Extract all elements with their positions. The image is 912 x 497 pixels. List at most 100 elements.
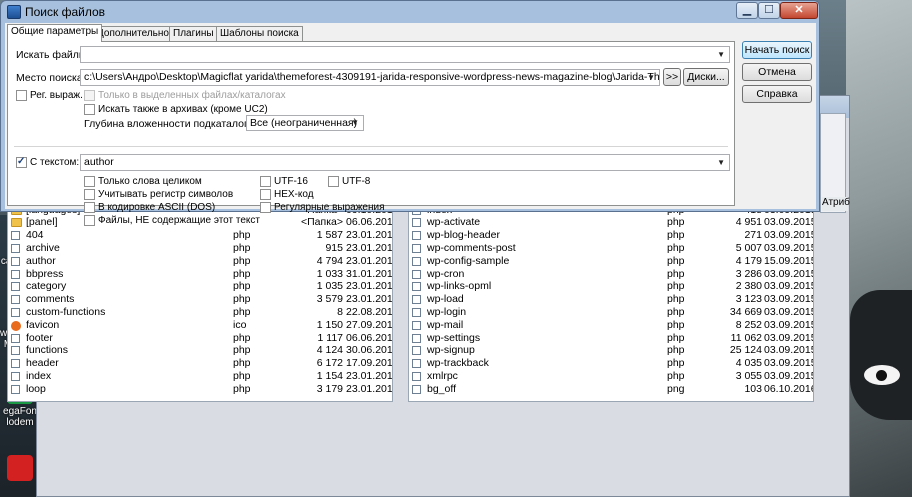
file-row[interactable]: wp-loginphp34 66903.09.2015 03:33 -a- xyxy=(409,306,813,319)
file-name: xmlrpc xyxy=(427,369,458,382)
desktop-shortcut[interactable] xyxy=(0,455,40,483)
file-size: 915 xyxy=(325,241,343,254)
file-date: 03.09.2015 03:33 -a- xyxy=(764,369,814,382)
tab-page-general: Искать файлы: ▼ Место поиска: c:\Users\А… xyxy=(7,41,735,226)
start-search-button[interactable]: Начать поиск xyxy=(742,41,812,59)
file-name: loop xyxy=(26,382,46,395)
file-row[interactable]: favicon ico 1 15027.09.2012 11:33 -a- xyxy=(8,319,392,332)
file-icon xyxy=(11,359,20,369)
file-size: <Папка> xyxy=(301,216,343,229)
chevron-down-icon[interactable]: ▼ xyxy=(717,47,725,62)
utf8-checkbox[interactable] xyxy=(328,176,339,187)
search-archives-checkbox[interactable] xyxy=(84,104,95,115)
file-row[interactable]: wp-activatephp4 95103.09.2015 03:33 -a- xyxy=(409,216,813,229)
maximize-button[interactable]: ☐ xyxy=(758,2,780,19)
file-row[interactable]: wp-trackbackphp4 03503.09.2015 03:33 -a- xyxy=(409,357,813,370)
search-dialog: Поиск файлов ▁ ☐ ✕ Общие параметры Допол… xyxy=(0,0,820,226)
file-date: 03.09.2015 03:33 -a- xyxy=(764,241,814,254)
file-size: 8 xyxy=(337,305,343,318)
utf8-label: UTF-8 xyxy=(342,176,371,187)
chevron-down-icon[interactable]: ▼ xyxy=(351,116,359,130)
file-size: 8 252 xyxy=(735,318,762,331)
chevron-down-icon[interactable]: ▼ xyxy=(647,70,655,85)
file-row[interactable]: bg_offpng10306.10.2016 22:46 -a- xyxy=(409,383,813,396)
drives-button[interactable]: Диски... xyxy=(683,68,729,86)
close-button[interactable]: ✕ xyxy=(780,2,818,19)
dialog-titlebar[interactable]: Поиск файлов ▁ ☐ ✕ xyxy=(1,1,819,23)
whole-words-checkbox[interactable] xyxy=(84,176,95,187)
file-row[interactable]: xmlrpcphp3 05503.09.2015 03:33 -a- xyxy=(409,370,813,383)
file-date: 06.06.2016 17:38 -a- xyxy=(346,331,393,344)
file-name: bg_off xyxy=(427,382,457,395)
file-name: 404 xyxy=(26,229,44,242)
file-row[interactable]: wp-cronphp3 28603.09.2015 03:33 -a- xyxy=(409,268,813,281)
file-row[interactable]: authorphp4 79423.01.2014 13:15 -a- xyxy=(8,255,392,268)
file-size: 1 033 xyxy=(316,267,343,280)
browse-button[interactable]: >> xyxy=(663,68,681,86)
search-for-combobox[interactable]: ▼ xyxy=(80,46,730,63)
file-size: 4 124 xyxy=(316,344,343,357)
case-sensitive-checkbox[interactable] xyxy=(84,189,95,200)
file-row[interactable]: wp-signupphp25 12403.09.2015 03:33 -a- xyxy=(409,344,813,357)
file-row[interactable]: wp-blog-headerphp27103.09.2015 03:33 -a- xyxy=(409,229,813,242)
file-row[interactable]: wp-comments-postphp5 00703.09.2015 03:33… xyxy=(409,242,813,255)
depth-select[interactable]: Все (неограниченная) ▼ xyxy=(246,115,364,131)
tab-general[interactable]: Общие параметры xyxy=(7,24,103,42)
file-name: wp-mail xyxy=(427,318,464,331)
file-size: 103 xyxy=(744,382,762,395)
file-row[interactable]: categoryphp1 03523.01.2014 13:15 -a- xyxy=(8,280,392,293)
file-row[interactable]: commentsphp3 57923.01.2014 13:15 -a- xyxy=(8,293,392,306)
column-header-attributes[interactable]: Атриб xyxy=(822,197,850,211)
file-row[interactable]: wp-links-opmlphp2 38003.09.2015 03:33 -a… xyxy=(409,280,813,293)
file-icon xyxy=(11,282,20,292)
utf16-checkbox[interactable] xyxy=(260,176,271,187)
tab-plugins[interactable]: Плагины xyxy=(169,26,218,41)
file-row[interactable]: indexphp1 15423.01.2014 13:14 -a- xyxy=(8,370,392,383)
file-row[interactable]: functionsphp4 12430.06.2015 02:44 -a- xyxy=(8,344,392,357)
not-containing-checkbox[interactable] xyxy=(84,215,95,226)
file-row[interactable]: archivephp91523.01.2014 13:15 -a- xyxy=(8,242,392,255)
file-date: 31.01.2014 19:06 -a- xyxy=(346,267,393,280)
ascii-checkbox[interactable] xyxy=(84,202,95,213)
search-in-combobox[interactable]: c:\Users\Андро\Desktop\Magicflat yarida\… xyxy=(80,69,660,86)
hex-checkbox[interactable] xyxy=(260,189,271,200)
help-button[interactable]: Справка xyxy=(742,85,812,103)
with-text-checkbox[interactable] xyxy=(16,156,27,168)
file-name: bbpress xyxy=(26,267,64,280)
file-date: 03.09.2015 03:33 -a- xyxy=(764,280,814,293)
file-row[interactable]: loopphp3 17923.01.2014 13:15 -a- xyxy=(8,383,392,396)
file-row[interactable]: footerphp1 11706.06.2016 17:38 -a- xyxy=(8,332,392,345)
file-row[interactable]: custom-functionsphp822.08.2012 23:51 -a- xyxy=(8,306,392,319)
file-date: 23.01.2014 13:15 -a- xyxy=(346,241,393,254)
file-date: 23.01.2014 13:15 -a- xyxy=(346,229,393,242)
file-date: 06.06.2016 17:43 — xyxy=(346,216,393,229)
file-size: 4 035 xyxy=(735,357,762,370)
file-date: 03.09.2015 03:33 -a- xyxy=(764,229,814,242)
file-row[interactable]: headerphp6 17217.09.2016 15:26 -a- xyxy=(8,357,392,370)
file-size: 5 007 xyxy=(735,241,762,254)
file-row[interactable]: bbpressphp1 03331.01.2014 19:06 -a- xyxy=(8,268,392,281)
cancel-button[interactable]: Отмена xyxy=(742,63,812,81)
chevron-down-icon[interactable]: ▼ xyxy=(717,155,725,170)
regex-name-checkbox[interactable] xyxy=(16,90,27,101)
file-date: 22.08.2012 23:51 -a- xyxy=(346,305,393,318)
tab-advanced[interactable]: Дополнительно xyxy=(93,26,173,41)
file-icon xyxy=(11,333,20,343)
selected-only-checkbox[interactable] xyxy=(84,90,95,101)
file-row[interactable]: 404php1 58723.01.2014 13:15 -a- xyxy=(8,229,392,242)
file-icon xyxy=(412,218,421,228)
file-name: [panel] xyxy=(26,216,58,229)
minimize-button[interactable]: ▁ xyxy=(736,2,758,19)
file-name: wp-cron xyxy=(427,267,465,280)
file-size: 1 035 xyxy=(316,280,343,293)
file-name: comments xyxy=(26,293,75,306)
file-date: 23.01.2014 13:15 -a- xyxy=(346,280,393,293)
file-row[interactable]: wp-config-samplephp4 17915.09.2015 15:19… xyxy=(409,255,813,268)
file-row[interactable]: wp-loadphp3 12303.09.2015 03:33 -a- xyxy=(409,293,813,306)
file-row[interactable]: wp-settingsphp11 06203.09.2015 03:33 -a- xyxy=(409,332,813,345)
file-row[interactable]: wp-mailphp8 25203.09.2015 03:33 -a- xyxy=(409,319,813,332)
dialog-body: Общие параметры Дополнительно Плагины Ша… xyxy=(5,23,816,226)
tab-templates[interactable]: Шаблоны поиска xyxy=(216,26,303,41)
with-text-combobox[interactable]: author ▼ xyxy=(80,154,730,171)
regex-text-checkbox[interactable] xyxy=(260,202,271,213)
